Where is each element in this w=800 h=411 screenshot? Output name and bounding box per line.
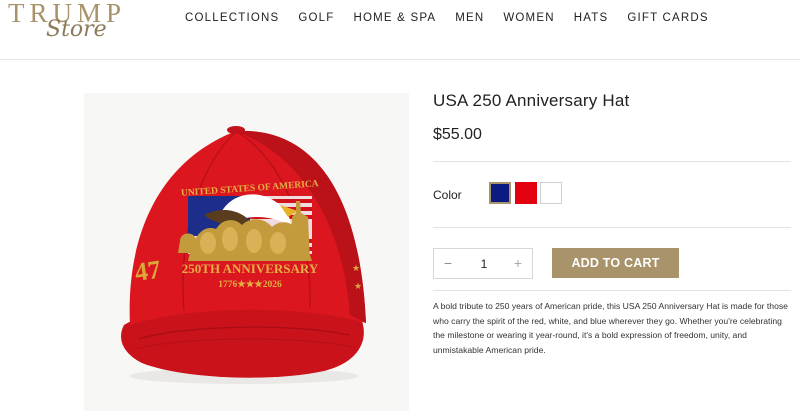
nav-item-golf[interactable]: GOLF <box>298 12 334 24</box>
svg-text:47: 47 <box>133 255 163 287</box>
divider <box>433 290 791 291</box>
nav-item-hats[interactable]: HATS <box>574 12 609 24</box>
logo-wordmark-bottom: Store <box>46 17 107 42</box>
color-swatch-red[interactable] <box>515 182 537 204</box>
nav-item-collections[interactable]: COLLECTIONS <box>185 12 279 24</box>
hat-embroidery-main: 250TH ANNIVERSARY <box>182 261 319 276</box>
nav-item-gift-cards[interactable]: GIFT CARDS <box>627 12 708 24</box>
product-image[interactable]: 47 ★ ★ UNITED STATES OF AMERICA 250TH AN… <box>84 93 409 411</box>
nav-item-women[interactable]: WOMEN <box>503 12 554 24</box>
svg-text:★: ★ <box>354 282 362 292</box>
color-swatch-white[interactable] <box>540 182 562 204</box>
hat-embroidery-years: 1776★★★2026 <box>218 279 282 290</box>
product-price: $55.00 <box>433 126 482 143</box>
quantity-stepper: − + <box>433 248 533 279</box>
product-title: USA 250 Anniversary Hat <box>433 91 630 110</box>
svg-text:★: ★ <box>352 264 360 274</box>
divider <box>433 161 791 162</box>
product-description: A bold tribute to 250 years of American … <box>433 301 788 355</box>
quantity-input[interactable] <box>462 249 506 278</box>
quantity-increase-button[interactable]: + <box>504 249 532 278</box>
nav-item-men[interactable]: MEN <box>455 12 484 24</box>
color-label: Color <box>433 188 462 202</box>
store-logo[interactable]: TRUMP Store <box>8 0 158 50</box>
main-navigation: COLLECTIONS GOLF HOME & SPA MEN WOMEN HA… <box>185 12 728 24</box>
color-swatch-navy[interactable] <box>489 182 511 204</box>
hat-illustration: 47 ★ ★ UNITED STATES OF AMERICA 250TH AN… <box>121 126 366 384</box>
divider <box>433 227 791 228</box>
add-to-cart-button[interactable]: ADD TO CART <box>552 248 679 278</box>
site-header: TRUMP Store COLLECTIONS GOLF HOME & SPA … <box>0 0 800 60</box>
nav-item-home-spa[interactable]: HOME & SPA <box>353 12 436 24</box>
quantity-decrease-button[interactable]: − <box>434 249 462 278</box>
